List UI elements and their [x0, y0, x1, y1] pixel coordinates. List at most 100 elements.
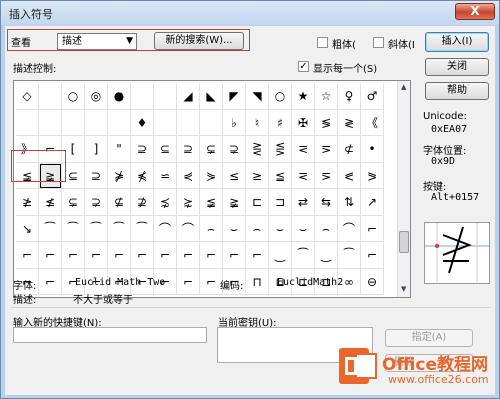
- symbol-cell[interactable]: ⌐: [200, 242, 223, 269]
- symbol-cell[interactable]: ⌐: [108, 242, 131, 269]
- symbol-cell[interactable]: ◎: [85, 83, 108, 110]
- symbol-cell[interactable]: ⊋: [223, 136, 246, 163]
- symbol-cell[interactable]: ⋝: [315, 136, 338, 163]
- symbol-cell[interactable]: ⋝: [315, 162, 338, 189]
- symbol-cell[interactable]: ⌐: [223, 242, 246, 269]
- symbol-cell[interactable]: ⌐: [154, 242, 177, 269]
- symbol-cell[interactable]: [108, 109, 131, 136]
- symbol-cell[interactable]: ♭: [223, 109, 246, 136]
- scroll-thumb[interactable]: [399, 231, 409, 253]
- symbol-cell[interactable]: ≱: [16, 189, 39, 216]
- symbol-cell[interactable]: ⌣: [223, 215, 246, 242]
- symbol-cell[interactable]: ✠: [292, 109, 315, 136]
- symbol-cell[interactable]: ≰: [39, 189, 62, 216]
- symbol-cell[interactable]: ⁀: [39, 215, 62, 242]
- show-each-checkbox[interactable]: ✓: [298, 61, 309, 72]
- symbol-cell[interactable]: ≦: [269, 162, 292, 189]
- symbol-cell[interactable]: [62, 109, 85, 136]
- symbol-cell[interactable]: ⌣: [292, 215, 315, 242]
- symbol-cell[interactable]: ⊈: [108, 189, 131, 216]
- symbol-cell[interactable]: ⋡: [108, 162, 131, 189]
- symbol-cell[interactable]: ⊏: [246, 189, 269, 216]
- symbol-cell[interactable]: ⌐: [246, 242, 269, 269]
- symbol-cell[interactable]: ⋨: [154, 189, 177, 216]
- new-search-button[interactable]: 新的搜索(W)...: [154, 32, 244, 50]
- symbol-cell[interactable]: ⊆: [154, 136, 177, 163]
- symbol-cell[interactable]: ⋍: [154, 162, 177, 189]
- symbol-cell[interactable]: ⌐: [85, 242, 108, 269]
- symbol-cell[interactable]: ⇄: [292, 189, 315, 216]
- scroll-up-icon[interactable]: ▲: [401, 83, 406, 91]
- symbol-cell[interactable]: ●: [108, 83, 131, 110]
- symbol-cell[interactable]: ⌐: [39, 242, 62, 269]
- symbol-cell[interactable]: [154, 109, 177, 136]
- symbol-cell[interactable]: [39, 83, 62, 110]
- symbol-cell[interactable]: ⁀: [85, 215, 108, 242]
- close-button[interactable]: 关闭: [425, 58, 489, 76]
- symbol-cell[interactable]: ⌐: [361, 242, 384, 269]
- symbol-cell[interactable]: ◤: [223, 83, 246, 110]
- help-button[interactable]: 帮助: [425, 82, 489, 100]
- symbol-cell[interactable]: ⊖: [361, 268, 384, 295]
- symbol-cell[interactable]: ↗: [361, 189, 384, 216]
- symbol-cell[interactable]: ☆: [315, 83, 338, 110]
- symbol-cell[interactable]: ◢: [177, 83, 200, 110]
- symbol-cell[interactable]: ◥: [246, 83, 269, 110]
- symbol-cell[interactable]: ⋞: [177, 162, 200, 189]
- symbol-cell[interactable]: ⌒: [338, 215, 361, 242]
- symbol-cell[interactable]: ≶: [315, 109, 338, 136]
- symbol-cell[interactable]: ⋜: [292, 162, 315, 189]
- scroll-down-icon[interactable]: ▼: [401, 285, 406, 293]
- symbol-cell[interactable]: ‿: [269, 242, 292, 269]
- symbol-cell[interactable]: ⌐: [62, 242, 85, 269]
- symbol-cell[interactable]: ⊊: [62, 189, 85, 216]
- symbol-cell[interactable]: ○: [269, 83, 292, 110]
- symbol-cell[interactable]: ★: [292, 83, 315, 110]
- symbol-cell[interactable]: ⌒: [177, 215, 200, 242]
- symbol-cell[interactable]: ♦: [131, 109, 154, 136]
- symbol-cell[interactable]: ⌐: [361, 215, 384, 242]
- symbol-cell[interactable]: ⋚: [269, 136, 292, 163]
- symbol-cell[interactable]: [39, 109, 62, 136]
- symbol-cell[interactable]: ♮: [246, 109, 269, 136]
- symbol-cell[interactable]: ‿: [315, 242, 338, 269]
- symbol-cell[interactable]: ⁀: [338, 242, 361, 269]
- symbol-cell[interactable]: ⁀: [131, 215, 154, 242]
- symbol-cell[interactable]: ⁀: [108, 215, 131, 242]
- symbol-cell[interactable]: ♀: [338, 83, 361, 110]
- symbol-cell[interactable]: ⌣: [269, 215, 292, 242]
- bold-checkbox[interactable]: [317, 37, 328, 48]
- symbol-cell[interactable]: [16, 109, 39, 136]
- symbol-cell[interactable]: ⋠: [131, 162, 154, 189]
- symbol-cell[interactable]: ≷: [338, 109, 361, 136]
- symbol-cell[interactable]: ⌒: [154, 215, 177, 242]
- symbol-cell[interactable]: ⌐: [177, 268, 200, 295]
- symbol-cell[interactable]: ♂: [361, 83, 384, 110]
- symbol-cell[interactable]: ≩: [223, 189, 246, 216]
- symbol-cell[interactable]: [177, 109, 200, 136]
- symbol-cell[interactable]: ⋩: [177, 189, 200, 216]
- symbol-cell[interactable]: ⊄: [338, 136, 361, 163]
- symbol-cell[interactable]: ⌐: [177, 242, 200, 269]
- new-shortcut-input[interactable]: [13, 327, 207, 343]
- insert-button[interactable]: 插入(I): [425, 32, 489, 52]
- symbol-cell[interactable]: ≥: [246, 162, 269, 189]
- symbol-cell[interactable]: [154, 83, 177, 110]
- symbol-cell[interactable]: [85, 109, 108, 136]
- symbol-cell[interactable]: ⊉: [131, 189, 154, 216]
- symbol-cell[interactable]: ⇅: [338, 189, 361, 216]
- symbol-cell[interactable]: ⌢: [200, 215, 223, 242]
- symbol-cell[interactable]: ≨: [200, 189, 223, 216]
- symbol-cell[interactable]: ⌐: [39, 268, 62, 295]
- view-select[interactable]: 描述 ▼: [57, 33, 137, 50]
- symbol-cell[interactable]: ⊊: [200, 136, 223, 163]
- symbol-cell[interactable]: ↘: [16, 215, 39, 242]
- symbol-cell[interactable]: ⁀: [62, 215, 85, 242]
- symbol-cell[interactable]: [200, 109, 223, 136]
- symbol-cell[interactable]: ⊓: [246, 268, 269, 295]
- symbol-cell[interactable]: ⪖: [361, 162, 384, 189]
- symbol-cell[interactable]: ⋜: [292, 136, 315, 163]
- symbol-cell[interactable]: ⇆: [315, 189, 338, 216]
- symbol-cell[interactable]: ⪕: [338, 162, 361, 189]
- symbol-cell[interactable]: ⊇: [177, 136, 200, 163]
